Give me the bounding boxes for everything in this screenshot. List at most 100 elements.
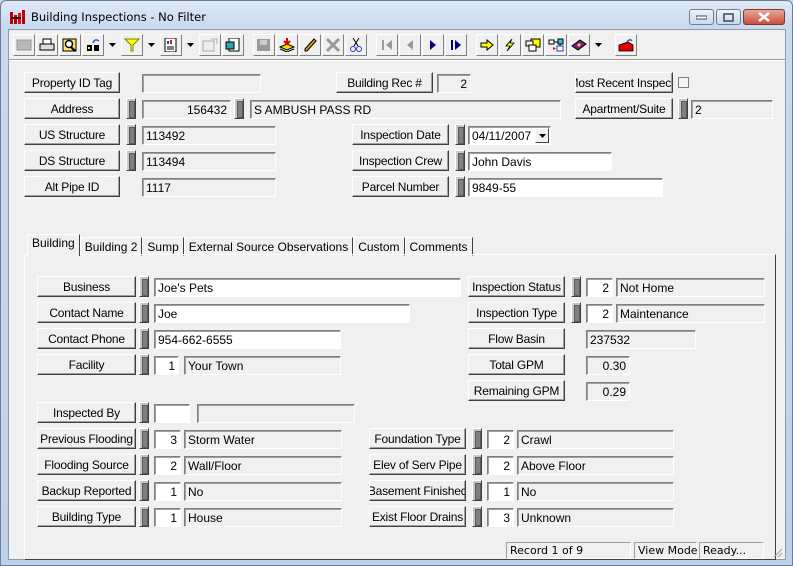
- property-id-tag-button[interactable]: Property ID Tag: [24, 72, 120, 93]
- parcel-number-button[interactable]: Parcel Number: [352, 176, 449, 197]
- building-rec-field[interactable]: 2: [437, 74, 471, 93]
- find-button[interactable]: [82, 34, 104, 56]
- remaining-gpm-field[interactable]: 0.29: [586, 382, 630, 401]
- facility-code-field[interactable]: 1: [154, 356, 179, 375]
- next-record-button[interactable]: [422, 34, 444, 56]
- filter-dropdown[interactable]: [144, 34, 158, 56]
- alt-pipe-id-button[interactable]: Alt Pipe ID: [24, 176, 120, 197]
- facility-button[interactable]: Facility: [37, 354, 136, 375]
- inspected-by-lock-icon[interactable]: [139, 402, 149, 423]
- address-button[interactable]: Address: [24, 98, 120, 119]
- previous-flooding-lock-icon[interactable]: [139, 428, 149, 449]
- foundation-type-name-field[interactable]: Crawl: [517, 430, 674, 449]
- help-dropdown[interactable]: [591, 34, 605, 56]
- resize-grip-icon[interactable]: [771, 546, 783, 558]
- inspected-by-name-field[interactable]: [197, 404, 355, 423]
- title-bar[interactable]: Building Inspections - No Filter: [1, 1, 792, 29]
- inspected-by-code-field[interactable]: [154, 404, 190, 423]
- elev-serv-pipe-name-field[interactable]: Above Floor: [517, 456, 674, 475]
- print-preview-button[interactable]: [59, 34, 81, 56]
- ds-structure-lock-icon[interactable]: [126, 150, 136, 171]
- ds-structure-button[interactable]: DS Structure: [24, 150, 120, 171]
- basement-finished-lock-icon[interactable]: [472, 480, 482, 501]
- previous-flooding-name-field[interactable]: Storm Water: [184, 430, 342, 449]
- alt-pipe-id-field[interactable]: 1117: [142, 178, 276, 197]
- add-record-button[interactable]: [276, 34, 298, 56]
- save-button[interactable]: [253, 34, 275, 56]
- inspection-date-button[interactable]: Inspection Date: [352, 124, 449, 145]
- contact-name-lock-icon[interactable]: [139, 302, 149, 323]
- contact-name-field[interactable]: Joe: [154, 304, 410, 323]
- total-gpm-field[interactable]: 0.30: [586, 356, 630, 375]
- inspection-status-button[interactable]: Inspection Status: [468, 276, 565, 297]
- elev-serv-pipe-code-field[interactable]: 2: [487, 456, 514, 475]
- address-number-field[interactable]: 156432: [142, 100, 231, 119]
- inspection-status-code-field[interactable]: 2: [586, 278, 613, 297]
- building-type-lock-icon[interactable]: [139, 506, 149, 527]
- business-field[interactable]: Joe's Pets: [154, 278, 461, 297]
- most-recent-inspection-button[interactable]: Most Recent Inspec: [575, 72, 673, 93]
- first-record-button[interactable]: [376, 34, 398, 56]
- inspection-type-lock-icon[interactable]: [571, 302, 581, 323]
- inspection-type-button[interactable]: Inspection Type: [468, 302, 565, 323]
- inspection-type-name-field[interactable]: Maintenance: [616, 304, 765, 323]
- exist-floor-drains-code-field[interactable]: 3: [487, 508, 514, 527]
- parcel-number-field[interactable]: 9849-55: [468, 178, 663, 197]
- building-type-code-field[interactable]: 1: [154, 508, 181, 527]
- foundation-type-lock-icon[interactable]: [472, 428, 482, 449]
- inspection-status-name-field[interactable]: Not Home: [616, 278, 765, 297]
- inspected-by-button[interactable]: Inspected By: [37, 402, 136, 423]
- address-street-field[interactable]: S AMBUSH PASS RD: [250, 100, 561, 119]
- apartment-suite-field[interactable]: 2: [691, 100, 773, 119]
- flow-basin-button[interactable]: Flow Basin: [468, 328, 565, 349]
- us-structure-button[interactable]: US Structure: [24, 124, 120, 145]
- building-rec-button[interactable]: Building Rec #: [336, 72, 433, 93]
- facility-lock-icon[interactable]: [139, 354, 149, 375]
- elev-serv-pipe-lock-icon[interactable]: [472, 454, 482, 475]
- total-gpm-button[interactable]: Total GPM: [468, 354, 565, 375]
- backup-reported-code-field[interactable]: 1: [154, 482, 181, 501]
- remaining-gpm-button[interactable]: Remaining GPM: [468, 380, 565, 401]
- print-button[interactable]: [36, 34, 58, 56]
- address-lock-icon[interactable]: [126, 98, 136, 119]
- report-dropdown[interactable]: [183, 34, 197, 56]
- apartment-suite-button[interactable]: Apartment/Suite: [575, 98, 673, 119]
- exist-floor-drains-button[interactable]: Exist Floor Drains: [369, 506, 466, 527]
- building-type-name-field[interactable]: House: [184, 508, 342, 527]
- help-book-button[interactable]: [568, 34, 590, 56]
- minimize-button[interactable]: [689, 9, 714, 25]
- report-button[interactable]: [160, 34, 182, 56]
- grid-view-button[interactable]: [13, 34, 35, 56]
- export-button[interactable]: [222, 34, 244, 56]
- contact-phone-lock-icon[interactable]: [139, 328, 149, 349]
- inspection-crew-lock-icon[interactable]: [455, 150, 465, 171]
- inspection-status-lock-icon[interactable]: [571, 276, 581, 297]
- flooding-source-lock-icon[interactable]: [139, 454, 149, 475]
- previous-record-button[interactable]: [399, 34, 421, 56]
- delete-button[interactable]: [322, 34, 344, 56]
- basement-finished-button[interactable]: Basement Finished: [369, 480, 466, 501]
- filter-button[interactable]: [121, 34, 143, 56]
- backup-reported-button[interactable]: Backup Reported: [37, 480, 136, 501]
- street-lock-icon[interactable]: [234, 98, 244, 119]
- goto-button[interactable]: [476, 34, 498, 56]
- properties-button[interactable]: [199, 34, 221, 56]
- close-button[interactable]: [743, 9, 785, 25]
- us-structure-lock-icon[interactable]: [126, 124, 136, 145]
- contact-phone-field[interactable]: 954-662-6555: [154, 330, 341, 349]
- backup-reported-name-field[interactable]: No: [184, 482, 342, 501]
- foundation-type-button[interactable]: Foundation Type: [369, 428, 466, 449]
- previous-flooding-button[interactable]: Previous Flooding: [37, 428, 136, 449]
- flow-basin-field[interactable]: 237532: [586, 330, 696, 349]
- contact-phone-button[interactable]: Contact Phone: [37, 328, 136, 349]
- ds-structure-field[interactable]: 113494: [142, 152, 276, 171]
- parcel-number-lock-icon[interactable]: [455, 176, 465, 197]
- hierarchy-button[interactable]: [545, 34, 567, 56]
- basement-finished-code-field[interactable]: 1: [487, 482, 514, 501]
- inspection-crew-field[interactable]: John Davis: [468, 152, 612, 171]
- business-button[interactable]: Business: [37, 276, 136, 297]
- apartment-lock-icon[interactable]: [678, 98, 688, 119]
- contact-name-button[interactable]: Contact Name: [37, 302, 136, 323]
- facility-name-field[interactable]: Your Town: [184, 356, 341, 375]
- edit-button[interactable]: [299, 34, 321, 56]
